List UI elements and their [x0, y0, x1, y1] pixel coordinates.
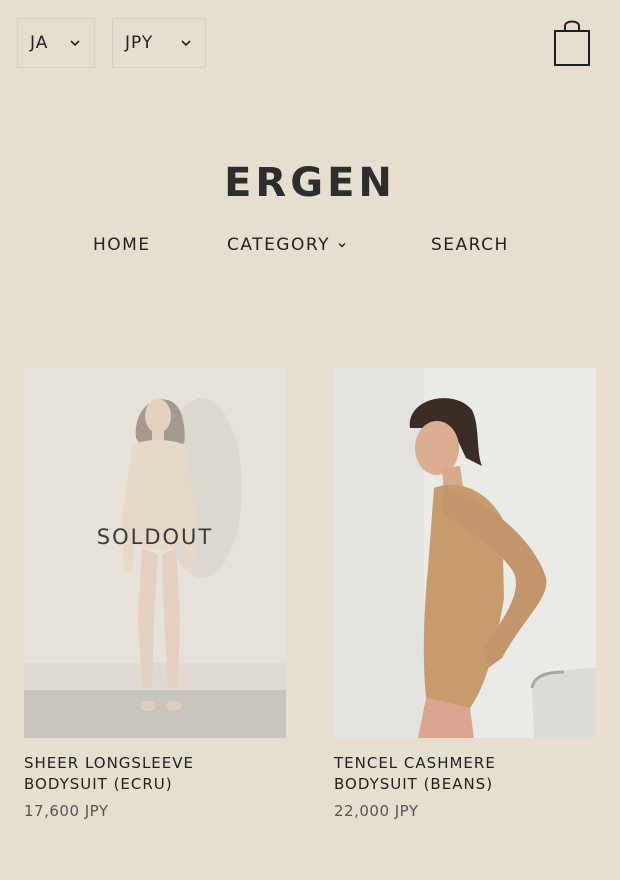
- currency-selector[interactable]: JPY: [112, 18, 206, 68]
- chevron-down-icon: [338, 243, 346, 248]
- nav-search-label: SEARCH: [431, 235, 509, 255]
- product-title-line: TENCEL CASHMERE: [334, 754, 496, 772]
- product-title-line: BODYSUIT (ECRU): [24, 775, 173, 793]
- chevron-down-icon: [181, 40, 191, 47]
- soldout-badge: SOLDOUT: [96, 525, 214, 549]
- soldout-overlay: [24, 368, 286, 738]
- product-photo-beans: [334, 368, 596, 738]
- nav-home[interactable]: HOME: [93, 235, 151, 255]
- product-image[interactable]: SOLDOUT: [24, 368, 286, 738]
- chevron-down-icon: [70, 40, 80, 47]
- brand-logo[interactable]: ERGEN: [0, 160, 620, 206]
- product-title-line: BODYSUIT (BEANS): [334, 775, 494, 793]
- product-image[interactable]: [334, 368, 596, 738]
- currency-value: JPY: [125, 33, 154, 53]
- product-card[interactable]: SOLDOUT SHEER LONGSLEEVE BODYSUIT (ECRU)…: [24, 368, 286, 820]
- shopping-bag-icon[interactable]: [551, 16, 593, 68]
- nav-home-label: HOME: [93, 235, 151, 255]
- nav-search[interactable]: SEARCH: [431, 235, 509, 255]
- language-selector[interactable]: JA: [17, 18, 95, 68]
- product-title[interactable]: SHEER LONGSLEEVE BODYSUIT (ECRU): [24, 753, 286, 795]
- main-nav: HOME CATEGORY SEARCH: [0, 235, 620, 261]
- product-card[interactable]: TENCEL CASHMERE BODYSUIT (BEANS) 22,000 …: [334, 368, 596, 820]
- product-title-line: SHEER LONGSLEEVE: [24, 754, 194, 772]
- product-price: 17,600 JPY: [24, 802, 109, 820]
- product-price: 22,000 JPY: [334, 802, 419, 820]
- language-value: JA: [30, 33, 49, 53]
- product-title[interactable]: TENCEL CASHMERE BODYSUIT (BEANS): [334, 753, 596, 795]
- nav-category-label: CATEGORY: [227, 235, 330, 255]
- nav-category[interactable]: CATEGORY: [227, 235, 348, 255]
